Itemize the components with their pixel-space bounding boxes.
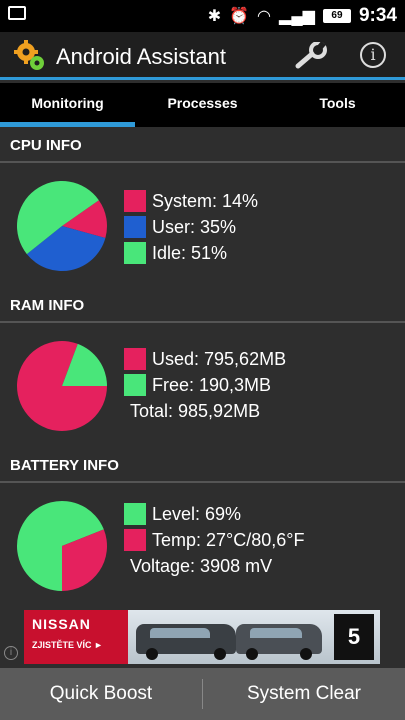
cpu-system-label: System: 14%: [152, 190, 259, 211]
ram-pie-chart: [17, 341, 107, 431]
battery-icon: 69: [322, 9, 351, 23]
ad-cta-link[interactable]: ZJISTĚTE VÍC ►: [32, 640, 103, 650]
clock: 9:34: [358, 5, 397, 26]
ram-info-header: RAM INFO: [0, 289, 405, 323]
system-swatch: [124, 190, 146, 212]
tab-tools[interactable]: Tools: [270, 83, 405, 127]
cpu-user-label: User: 35%: [152, 216, 237, 237]
legend-item-user: User: 35%: [124, 214, 258, 240]
system-clear-button[interactable]: System Clear: [203, 668, 405, 720]
tab-bar: Monitoring Processes Tools: [0, 83, 405, 127]
ad-brand-panel: NISSAN ZJISTĚTE VÍC ►: [24, 610, 128, 664]
cpu-idle-label: Idle: 51%: [152, 242, 228, 263]
ram-used-label: Used: 795,62MB: [152, 348, 287, 369]
signal-icon: ▂▄▆: [279, 8, 315, 25]
notification-icon: [8, 6, 26, 20]
cpu-legend: System: 14% User: 35% Idle: 51%: [124, 188, 258, 266]
cpu-pie-chart: [17, 181, 107, 271]
alarm-icon: ⏰: [229, 8, 250, 25]
legend-item-used: Used: 795,62MB: [124, 346, 286, 372]
ram-total-label: Total: 985,92MB: [130, 401, 261, 421]
battery-info-header: BATTERY INFO: [0, 449, 405, 483]
user-swatch: [124, 216, 146, 238]
ad-info-icon[interactable]: i: [4, 646, 18, 660]
gear-logo-icon: [14, 40, 44, 70]
idle-swatch: [124, 242, 146, 264]
ad-brand-name: NISSAN: [32, 616, 91, 632]
legend-item-free: Free: 190,3MB: [124, 372, 286, 398]
ram-legend: Used: 795,62MB Free: 190,3MB Total: 985,…: [124, 346, 286, 424]
ram-free-label: Free: 190,3MB: [152, 374, 272, 395]
legend-item-level: Level: 69%: [124, 501, 304, 527]
legend-item-idle: Idle: 51%: [124, 240, 258, 266]
battery-legend: Level: 69% Temp: 27°C/80,6°F Voltage: 39…: [124, 501, 304, 579]
car-image: [136, 624, 236, 660]
app-title: Android Assistant: [56, 44, 226, 69]
car-image: [236, 624, 322, 660]
wrench-icon[interactable]: [294, 42, 328, 70]
ad-banner[interactable]: NISSAN ZJISTĚTE VÍC ► 5: [24, 610, 380, 664]
quick-boost-button[interactable]: Quick Boost: [0, 668, 202, 720]
bluetooth-icon: ✱: [207, 8, 222, 25]
legend-item-temp: Temp: 27°C/80,6°F: [124, 527, 304, 553]
status-bar: ✱ ⏰ ◠ ▂▄▆ 69 9:34: [0, 0, 405, 32]
temp-swatch: [124, 529, 146, 551]
battery-voltage-label: Voltage: 3908 mV: [130, 556, 273, 576]
ad-badge: 5: [334, 614, 374, 660]
bottom-bar: Quick Boost System Clear: [0, 668, 405, 720]
status-icons: ✱ ⏰ ◠ ▂▄▆ 69 9:34: [208, 0, 397, 32]
free-swatch: [124, 374, 146, 396]
ad-area: i NISSAN ZJISTĚTE VÍC ► 5: [0, 608, 405, 666]
tab-monitoring[interactable]: Monitoring: [0, 83, 135, 127]
wifi-icon: ◠: [257, 8, 272, 25]
tab-processes[interactable]: Processes: [135, 83, 270, 127]
used-swatch: [124, 348, 146, 370]
battery-temp-label: Temp: 27°C/80,6°F: [152, 529, 305, 550]
info-icon[interactable]: i: [360, 42, 386, 68]
battery-pie-chart: [17, 501, 108, 591]
action-bar: Android Assistant i: [0, 32, 405, 80]
level-swatch: [124, 503, 146, 525]
cpu-info-header: CPU INFO: [0, 129, 405, 163]
legend-item-system: System: 14%: [124, 188, 258, 214]
battery-level-label: Level: 69%: [152, 503, 242, 524]
